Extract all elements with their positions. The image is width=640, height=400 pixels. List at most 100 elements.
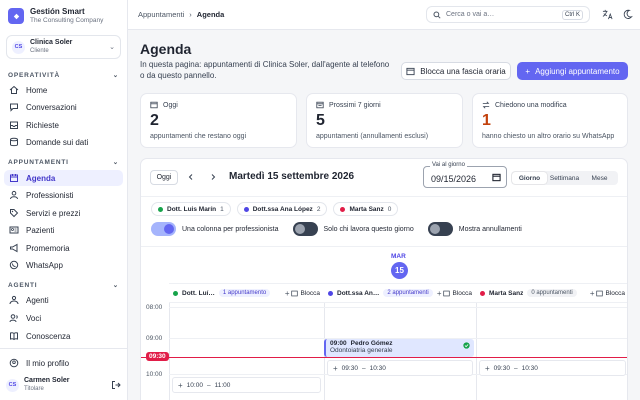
free-slot[interactable]: +09:30–10:30: [327, 360, 473, 376]
plus-icon: +: [485, 363, 490, 373]
today-button[interactable]: Oggi: [150, 170, 178, 185]
status-dot: [328, 290, 333, 296]
sidebar-item-agenti[interactable]: Agenti: [4, 292, 123, 308]
plus-icon: +: [333, 363, 338, 373]
sidebar-item-conoscenza[interactable]: Conoscenza: [4, 328, 123, 344]
view-month-tab[interactable]: Mese: [582, 172, 617, 184]
tenant-switcher[interactable]: CS Clinica Soler Cliente ⌄: [6, 35, 121, 59]
professional-chip[interactable]: Dott.ssa Ana López 2: [236, 202, 328, 216]
block-column-button[interactable]: + Blocca: [437, 289, 472, 298]
chip-count: 0: [387, 205, 392, 213]
book-icon: [9, 331, 19, 341]
block-label: Blocca: [605, 289, 625, 297]
chevron-updown-icon: ⌄: [109, 44, 115, 51]
search-input[interactable]: Cerca o vai a… Ctrl K: [426, 6, 590, 23]
section-label: OPERATIVITÀ: [8, 71, 61, 79]
column-name: Dott. Luí…: [182, 289, 215, 297]
sidebar-item-servizi[interactable]: Servizi e prezzi: [4, 205, 123, 221]
stat-card-change-requests: Chiedono una modifica 1 hanno chiesto un…: [472, 93, 628, 148]
page-title: Agenda: [140, 41, 192, 57]
block-column-button[interactable]: + Blocca: [590, 289, 625, 298]
inbox-icon: [9, 120, 19, 130]
next-day-button[interactable]: [208, 172, 218, 182]
stat-description: appuntamenti (annullamenti esclusi): [316, 133, 429, 140]
professional-chip[interactable]: Marta Sanz 0: [333, 202, 399, 216]
day-header: MAR 15: [141, 246, 627, 283]
dash: –: [206, 381, 211, 389]
view-week-tab[interactable]: Settimana: [547, 172, 582, 184]
current-time-label: 09:30: [146, 352, 169, 361]
sidebar-item-pazienti[interactable]: Pazienti: [4, 222, 123, 238]
free-slot[interactable]: +10:00–11:00: [172, 377, 321, 393]
sidebar-item-label: Promemoria: [26, 243, 70, 253]
breadcrumb-root[interactable]: Appuntamenti: [138, 10, 184, 19]
calendar-toolbar: Oggi Martedì 15 settembre 2026 Vai al gi…: [141, 159, 627, 197]
chip-label: Dott.ssa Ana López: [252, 205, 313, 213]
search-icon: [433, 10, 441, 19]
theme-toggle-icon[interactable]: [622, 9, 633, 20]
goto-date-field[interactable]: Vai al giorno 09/15/2026: [423, 162, 507, 188]
plus-icon: +: [589, 288, 595, 298]
sidebar-item-profilo[interactable]: Il mio profilo: [4, 355, 123, 371]
previous-day-button[interactable]: [186, 172, 196, 182]
toggle-show-cancelled-label: Mostra annullamenti: [458, 225, 522, 233]
free-slot[interactable]: +09:30–10:30: [479, 360, 626, 376]
logout-icon[interactable]: [111, 380, 121, 390]
sidebar-item-richieste[interactable]: Richieste: [4, 117, 123, 133]
status-dot: [480, 290, 485, 296]
appointment-card[interactable]: 09:00 Pedro Gómez Odontoiatria generale: [324, 339, 474, 357]
slot-end: 11:00: [214, 381, 231, 389]
slot-start: 09:30: [341, 364, 358, 372]
translate-icon[interactable]: [602, 9, 613, 20]
sidebar-item-professionisti[interactable]: Professionisti: [4, 187, 123, 203]
block-slot-button[interactable]: Blocca una fascia oraria: [401, 62, 511, 80]
home-icon: [9, 85, 19, 95]
add-appointment-button[interactable]: + Aggiungi appuntamento: [517, 62, 628, 80]
user-name: Carmen Soler: [24, 377, 70, 384]
chevron-right-icon: ›: [189, 10, 192, 19]
plus-icon: +: [284, 288, 290, 298]
sidebar-item-conversazioni[interactable]: Conversazioni: [4, 99, 123, 115]
column-divider: [169, 303, 170, 400]
sidebar-item-agenda[interactable]: Agenda: [4, 170, 123, 186]
section-label: APPUNTAMENTI: [8, 158, 69, 166]
sidebar-item-label: Richieste: [26, 120, 59, 130]
voice-icon: [9, 313, 19, 323]
hour-label: 09:00: [146, 335, 163, 342]
calendar-picker-icon[interactable]: [492, 173, 501, 182]
toggle-show-cancelled[interactable]: [427, 222, 453, 236]
user-icon: [9, 190, 19, 200]
brand-subtitle: The Consulting Company: [30, 17, 104, 24]
sidebar-item-home[interactable]: Home: [4, 82, 123, 98]
user-card: CS Carmen Soler Titolare: [6, 374, 121, 396]
chevron-left-icon: [188, 174, 193, 180]
sidebar-item-label: Conversazioni: [26, 102, 77, 112]
section-agenti[interactable]: AGENTI ⌄: [0, 279, 127, 291]
stat-value: 5: [316, 112, 325, 129]
sidebar-item-whatsapp[interactable]: WhatsApp: [4, 257, 123, 273]
hour-label: 08:00: [146, 304, 163, 311]
sidebar-item-promemoria[interactable]: Promemoria: [4, 240, 123, 256]
confirmed-check-icon: [463, 342, 470, 349]
toggle-only-working[interactable]: [292, 222, 318, 236]
brand-logo-icon: [8, 8, 24, 24]
toggle-knob: [429, 224, 440, 234]
view-day-tab[interactable]: Giorno: [512, 172, 547, 184]
column-name: Marta Sanz: [489, 289, 524, 297]
avatar: CS: [6, 378, 19, 392]
sidebar-item-voci[interactable]: Voci: [4, 310, 123, 326]
sidebar-item-label: Home: [26, 85, 48, 95]
breadcrumb-current: Agenda: [196, 10, 225, 19]
calendar-panel: Oggi Martedì 15 settembre 2026 Vai al gi…: [140, 158, 628, 400]
section-operativita[interactable]: OPERATIVITÀ ⌄: [0, 69, 127, 81]
block-column-button[interactable]: + Blocca: [285, 289, 320, 298]
toggle-one-column[interactable]: [151, 222, 176, 236]
app-root: Gestión Smart The Consulting Company CS …: [0, 0, 640, 400]
sidebar-item-domande[interactable]: Domande sui dati: [4, 134, 123, 150]
column-header-professional: Marta Sanz 0 appuntamenti + Blocca: [476, 283, 627, 303]
section-appuntamenti[interactable]: APPUNTAMENTI ⌄: [0, 156, 127, 168]
day-number[interactable]: 15: [391, 262, 408, 279]
chip-label: Dott. Luis Marín: [167, 205, 217, 213]
sidebar-item-label: Professionisti: [26, 190, 74, 200]
professional-chip[interactable]: Dott. Luis Marín 1: [151, 202, 231, 216]
